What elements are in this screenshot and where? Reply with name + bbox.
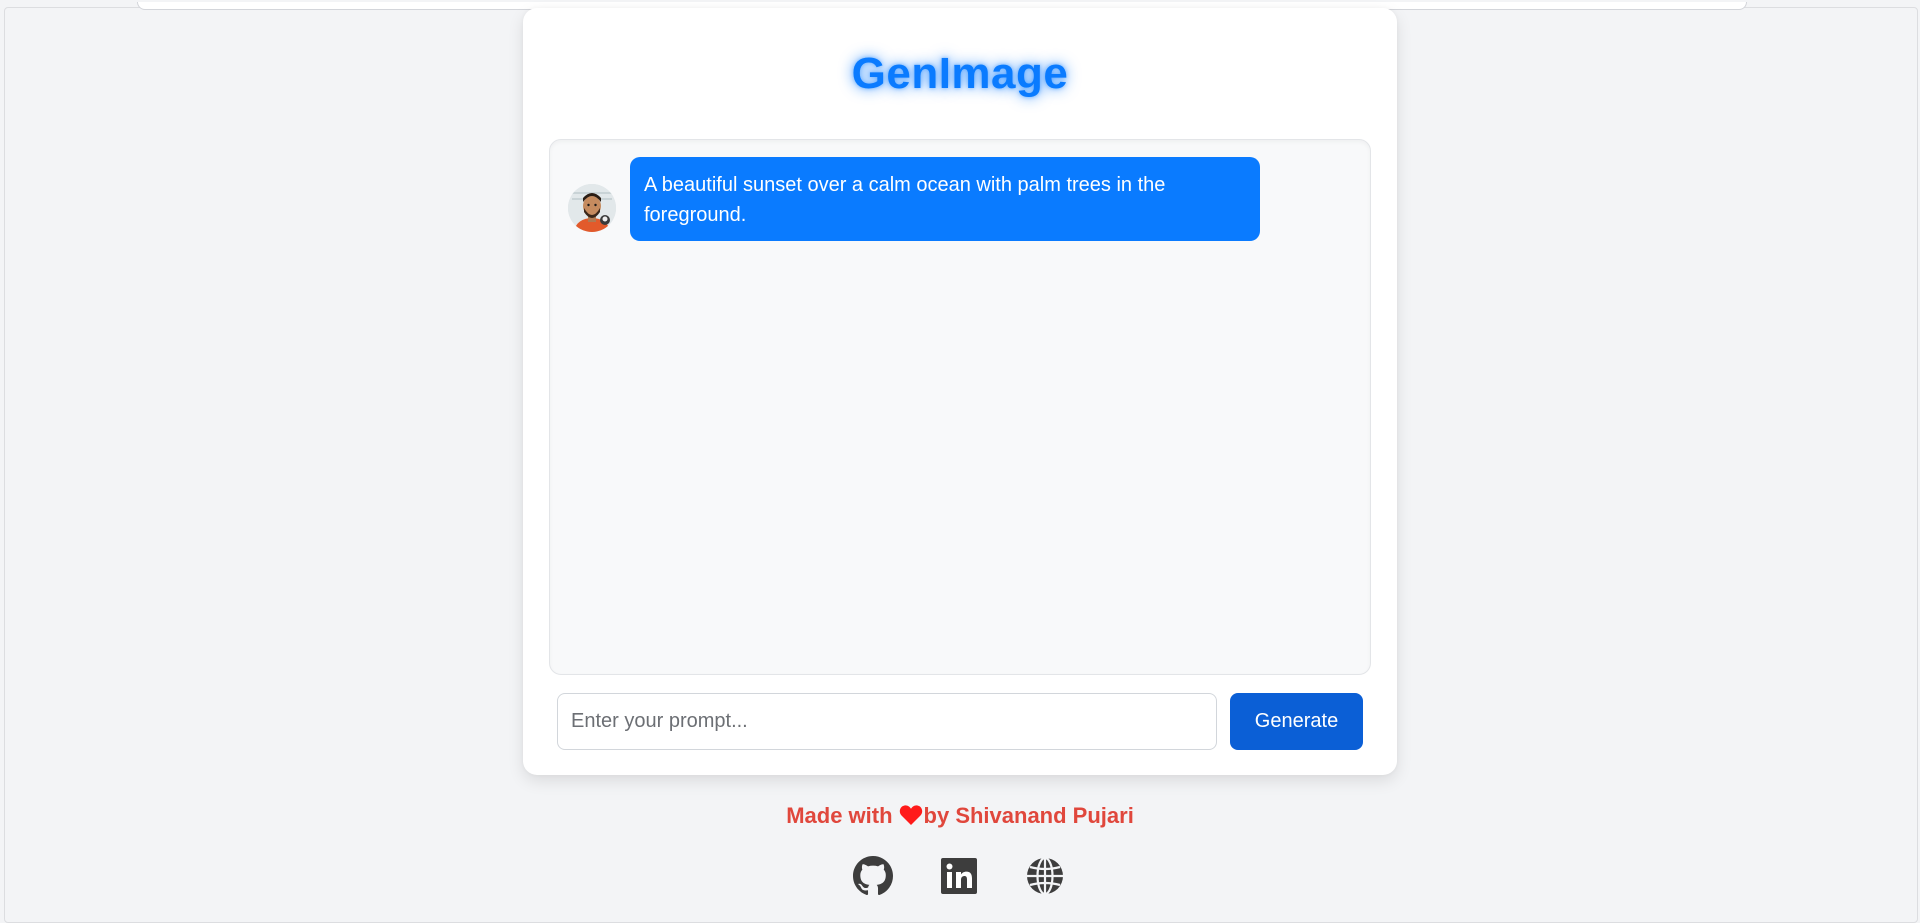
user-message-bubble: A beautiful sunset over a calm ocean wit…	[630, 157, 1260, 241]
chat-message: A beautiful sunset over a calm ocean wit…	[568, 157, 1260, 241]
github-link[interactable]	[852, 855, 894, 897]
footer-author: by Shivanand Pujari	[923, 803, 1134, 828]
linkedin-link[interactable]	[938, 855, 980, 897]
generate-button[interactable]: Generate	[1230, 693, 1363, 750]
linkedin-icon	[941, 858, 977, 894]
heart-icon	[899, 805, 922, 825]
github-icon	[853, 856, 893, 896]
user-avatar	[568, 184, 616, 232]
prompt-input[interactable]	[557, 693, 1217, 750]
globe-icon	[1027, 856, 1063, 896]
app-title: GenImage	[851, 49, 1069, 98]
website-link[interactable]	[1024, 855, 1066, 897]
chat-card: GenImage A beautiful sunset over a calm …	[523, 8, 1397, 775]
social-links	[852, 855, 1066, 897]
chat-history[interactable]: A beautiful sunset over a calm ocean wit…	[549, 139, 1371, 675]
footer-credit: Made with by Shivanand Pujari	[0, 803, 1920, 829]
footer-made-with: Made with	[786, 803, 893, 828]
